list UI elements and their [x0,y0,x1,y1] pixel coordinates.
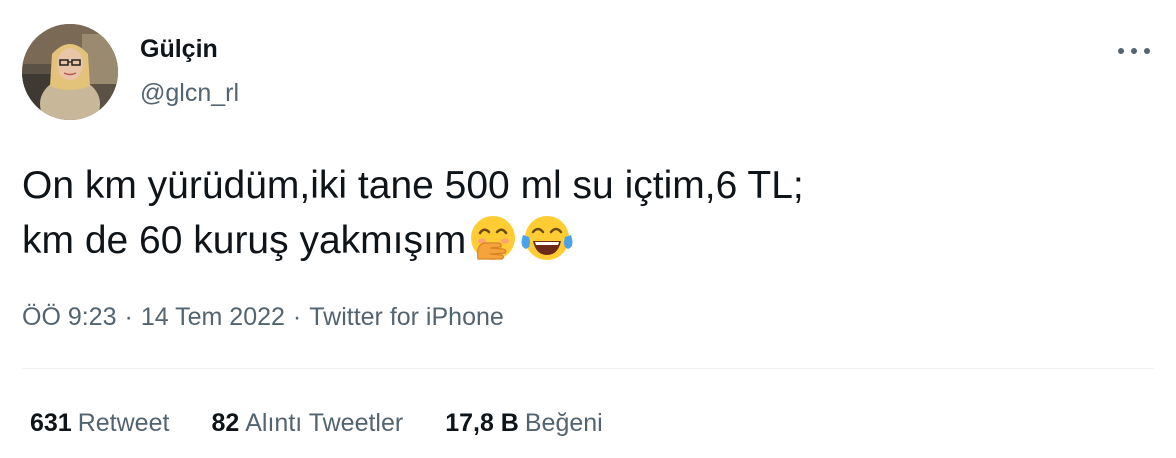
face-with-tears-of-joy-icon [520,213,574,278]
retweet-count: 631 [30,409,72,437]
more-icon [1118,48,1150,54]
display-name[interactable]: Gülçin [140,34,218,64]
face-with-hand-over-mouth-icon [468,213,518,278]
tweet-text-line-2: km de 60 kuruş yakmışım [22,213,1142,278]
tweet-text-line-1: On km yürüdüm,iki tane 500 ml su içtim,6… [22,164,804,207]
like-count-link[interactable]: 17,8 B Beğeni [445,406,603,440]
engagement-stats: 631 Retweet 82 Alıntı Tweetler 17,8 B Beğen… [30,406,645,440]
quote-count-link[interactable]: 82 Alıntı Tweetler [211,406,403,440]
like-count: 17,8 B [445,409,519,437]
tweet-card: Gülçin @glcn_rl On km yürüdüm,iki tane 5… [0,0,1176,458]
quote-count: 82 [211,409,240,437]
tweet-time[interactable]: ÖÖ 9:23 [22,303,117,331]
retweet-label: Retweet [77,409,170,437]
like-label: Beğeni [524,409,603,437]
avatar-photo [22,24,118,120]
tweet-source[interactable]: Twitter for iPhone [309,303,504,331]
tweet-meta: ÖÖ 9:23 · 14 Tem 2022 · Twitter for iPhone [22,300,504,334]
divider [22,368,1154,369]
tweet-date[interactable]: 14 Tem 2022 [141,303,285,331]
meta-separator: · [292,303,302,331]
user-handle[interactable]: @glcn_rl [140,78,239,108]
tweet-text-line-2-text: km de 60 kuruş yakmışım [22,219,467,262]
meta-separator: · [124,303,133,331]
retweet-count-link[interactable]: 631 Retweet [30,406,169,440]
more-options-button[interactable] [1112,36,1156,66]
avatar[interactable] [22,24,118,120]
quote-label: Alıntı Tweetler [245,409,404,437]
tweet-text: On km yürüdüm,iki tane 500 ml su içtim,6… [22,158,1142,278]
